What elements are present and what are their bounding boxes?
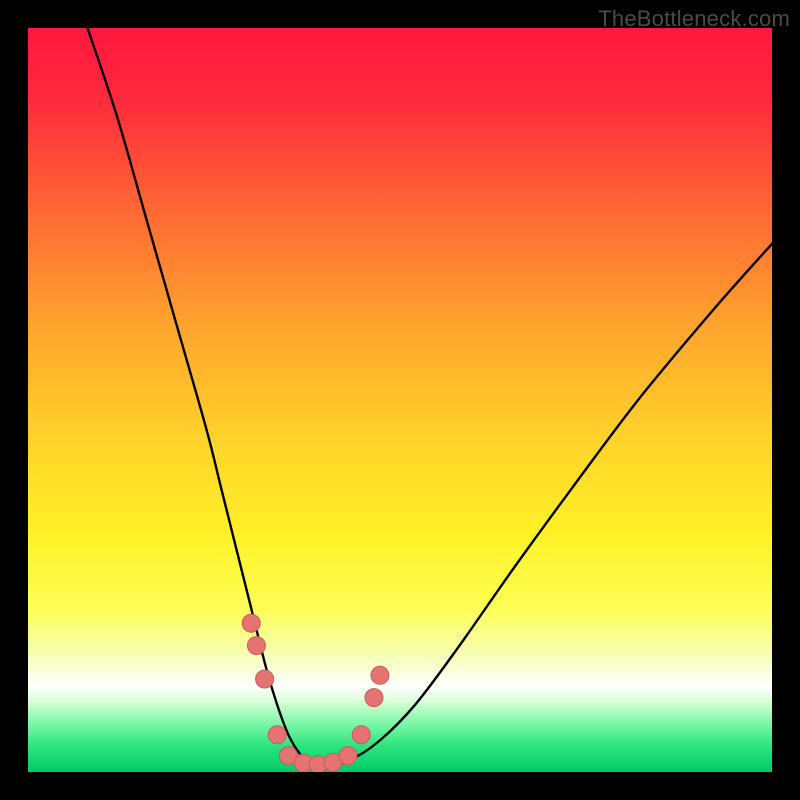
curve-marker (247, 637, 265, 655)
curve-layer (28, 28, 772, 772)
curve-markers (242, 614, 389, 772)
curve-marker (371, 666, 389, 684)
watermark-text: TheBottleneck.com (598, 6, 790, 32)
curve-marker (268, 726, 286, 744)
chart-frame: TheBottleneck.com (0, 0, 800, 800)
curve-marker (242, 614, 260, 632)
plot-area (28, 28, 772, 772)
curve-marker (339, 747, 357, 765)
curve-marker (256, 670, 274, 688)
curve-marker (352, 726, 370, 744)
curve-marker (365, 689, 383, 707)
bottleneck-curve (88, 28, 772, 765)
